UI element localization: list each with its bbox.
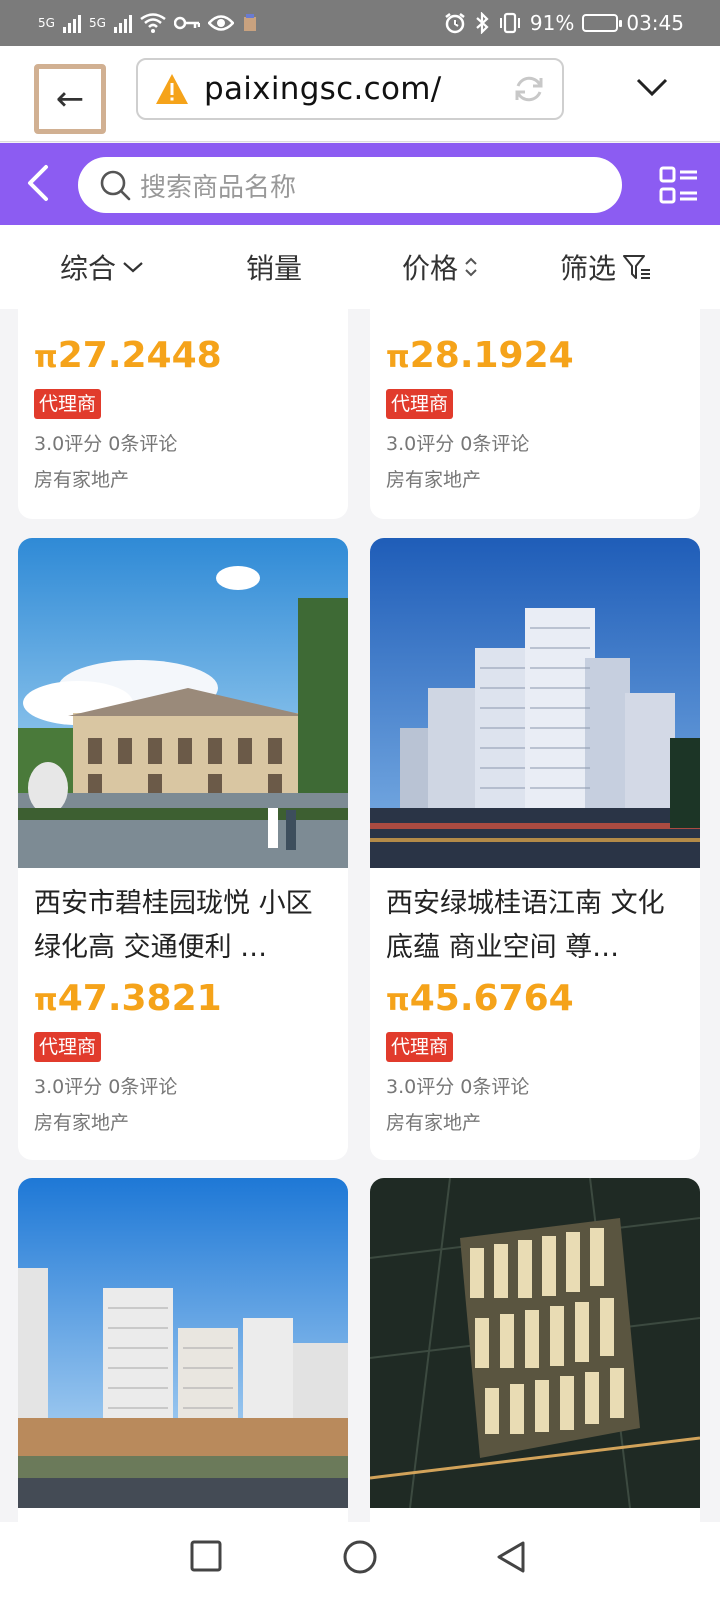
product-price: π45.6764 xyxy=(386,974,684,1026)
product-grid: π27.2448 代理商 3.0评分 0条评论 房有家地产 π28.1924 代… xyxy=(0,309,720,1522)
funnel-icon xyxy=(623,255,651,279)
price-value: 27.2448 xyxy=(57,335,222,376)
product-price: π27.2448 xyxy=(34,331,332,383)
filter-price-label: 价格 xyxy=(402,252,459,285)
sort-icon xyxy=(465,257,477,277)
aerial-complex-photo xyxy=(370,1178,700,1508)
chevron-down-icon[interactable] xyxy=(632,70,672,106)
battery-icon xyxy=(582,14,623,32)
product-card-body: π27.2448 代理商 3.0评分 0条评论 房有家地产 xyxy=(18,309,348,493)
signal-icon xyxy=(62,13,81,33)
filter-bar: 综合 销量 价格 筛选 xyxy=(0,225,720,309)
home-button[interactable] xyxy=(343,1540,377,1574)
vibrate-icon xyxy=(499,12,520,34)
network-type-1: 5G xyxy=(38,16,55,30)
search-input[interactable]: 搜索商品名称 xyxy=(78,157,622,213)
agent-badge: 代理商 xyxy=(34,389,102,419)
wifi-icon xyxy=(140,13,166,33)
filter-filter-label: 筛选 xyxy=(560,252,617,285)
status-left: 5G 5G xyxy=(38,13,258,33)
alarm-icon xyxy=(445,13,465,34)
app-notification-icon xyxy=(243,14,256,31)
villa-photo xyxy=(18,538,348,868)
filter-sales-label: 销量 xyxy=(246,252,303,285)
product-image[interactable] xyxy=(18,538,348,868)
eye-icon xyxy=(207,15,234,31)
product-card-body: 西安市碧桂园珑悦 小区绿化高 交通便利 … π47.3821 代理商 3.0评分… xyxy=(18,868,348,1136)
recent-apps-button[interactable] xyxy=(190,1540,222,1572)
price-symbol: π xyxy=(34,340,58,375)
product-card[interactable]: 西安绿城桂语江南 文化底蕴 商业空间 尊… π45.6764 代理商 3.0评分… xyxy=(370,538,700,1160)
product-card[interactable]: π27.2448 代理商 3.0评分 0条评论 房有家地产 xyxy=(18,309,348,519)
back-button[interactable] xyxy=(495,1540,527,1574)
signal-icon-2 xyxy=(113,13,132,33)
price-symbol: π xyxy=(34,983,58,1018)
filter-filter[interactable]: 筛选 xyxy=(560,225,652,309)
product-rating: 3.0评分 0条评论 xyxy=(386,1076,530,1098)
bluetooth-icon xyxy=(476,12,489,34)
product-image[interactable] xyxy=(370,1178,700,1508)
product-shop: 房有家地产 xyxy=(34,469,130,491)
product-rating: 3.0评分 0条评论 xyxy=(386,433,530,455)
chevron-down-icon xyxy=(123,262,143,273)
filter-sales[interactable]: 销量 xyxy=(246,225,302,309)
product-card-body: 西安绿城桂语江南 文化底蕴 商业空间 尊… π45.6764 代理商 3.0评分… xyxy=(370,868,700,1136)
product-shop: 房有家地产 xyxy=(34,1112,130,1134)
system-navigation-bar xyxy=(0,1522,720,1600)
reload-icon[interactable] xyxy=(512,72,546,106)
product-title[interactable]: 西安市碧桂园珑悦 小区绿化高 交通便利 … xyxy=(34,882,332,970)
vpn-key-icon xyxy=(173,16,200,30)
price-value: 28.1924 xyxy=(409,335,574,376)
address-bar[interactable]: paixingsc.com/ xyxy=(136,58,564,120)
network-type-2: 5G xyxy=(88,16,106,30)
product-rating: 3.0评分 0条评论 xyxy=(34,1076,178,1098)
back-arrow-icon: ← xyxy=(55,79,85,119)
price-symbol: π xyxy=(386,340,410,375)
product-card[interactable] xyxy=(370,1178,700,1522)
search-header: 搜索商品名称 xyxy=(0,143,720,225)
filter-price[interactable]: 价格 xyxy=(402,225,478,309)
search-placeholder: 搜索商品名称 xyxy=(140,172,297,203)
product-image[interactable] xyxy=(370,538,700,868)
status-bar: 5G 5G 91% 03:45 xyxy=(0,0,720,46)
header-back-icon[interactable] xyxy=(24,163,52,203)
apartment-complex-photo xyxy=(18,1178,348,1508)
agent-badge: 代理商 xyxy=(34,1032,102,1062)
agent-badge: 代理商 xyxy=(386,1032,454,1062)
product-rating: 3.0评分 0条评论 xyxy=(34,433,178,455)
agent-badge: 代理商 xyxy=(386,389,454,419)
browser-back-button[interactable]: ← xyxy=(34,64,106,134)
product-card-body: π28.1924 代理商 3.0评分 0条评论 房有家地产 xyxy=(370,309,700,493)
product-card[interactable] xyxy=(18,1178,348,1522)
product-price: π28.1924 xyxy=(386,331,684,383)
warning-icon[interactable] xyxy=(154,72,190,106)
product-price: π47.3821 xyxy=(34,974,332,1026)
battery-percent: 91% xyxy=(529,11,575,35)
product-image[interactable] xyxy=(18,1178,348,1508)
list-view-icon[interactable] xyxy=(658,165,700,207)
product-shop: 房有家地产 xyxy=(386,469,482,491)
price-value: 47.3821 xyxy=(57,978,222,1019)
url-text[interactable]: paixingsc.com/ xyxy=(204,71,512,107)
filter-comprehensive[interactable]: 综合 xyxy=(60,225,144,309)
filter-comprehensive-label: 综合 xyxy=(60,252,117,285)
product-card[interactable]: π28.1924 代理商 3.0评分 0条评论 房有家地产 xyxy=(370,309,700,519)
search-icon xyxy=(100,170,131,201)
browser-toolbar: ← paixingsc.com/ xyxy=(0,46,720,142)
price-symbol: π xyxy=(386,983,410,1018)
status-right: 91% 03:45 xyxy=(444,11,684,35)
highrise-photo xyxy=(370,538,700,868)
price-value: 45.6764 xyxy=(409,978,574,1019)
product-card[interactable]: 西安市碧桂园珑悦 小区绿化高 交通便利 … π47.3821 代理商 3.0评分… xyxy=(18,538,348,1160)
clock-time: 03:45 xyxy=(626,11,684,35)
product-title[interactable]: 西安绿城桂语江南 文化底蕴 商业空间 尊… xyxy=(386,882,684,970)
product-shop: 房有家地产 xyxy=(386,1112,482,1134)
